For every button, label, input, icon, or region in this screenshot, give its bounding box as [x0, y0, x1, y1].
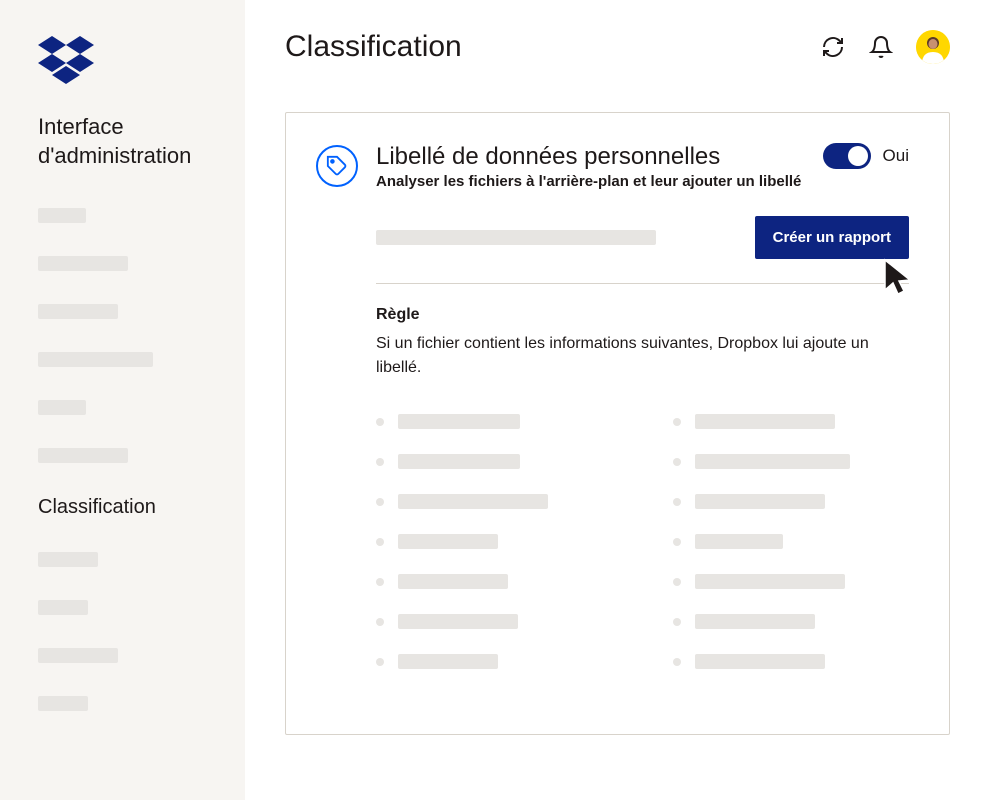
page-header: Classification: [285, 30, 950, 64]
create-report-button[interactable]: Créer un rapport: [755, 216, 909, 259]
tag-icon: [316, 145, 358, 187]
card-body: Créer un rapport Règle Si un fichier con…: [376, 216, 909, 694]
sidebar-item-placeholder[interactable]: [38, 552, 98, 567]
page-title: Classification: [285, 30, 462, 64]
rule-item: [376, 494, 613, 509]
toggle-group: Oui: [823, 143, 909, 169]
rule-heading: Règle: [376, 306, 909, 324]
dropbox-logo[interactable]: [38, 36, 207, 89]
rule-item: [673, 614, 910, 629]
rule-item: [376, 534, 613, 549]
action-row: Créer un rapport: [376, 216, 909, 259]
cursor-icon: [879, 256, 919, 304]
enable-toggle[interactable]: [823, 143, 871, 169]
rule-list: [376, 414, 909, 694]
rule-item: [376, 654, 613, 669]
rule-item: [673, 654, 910, 669]
sidebar-item-placeholder[interactable]: [38, 696, 88, 711]
header-actions: [820, 30, 950, 64]
sync-icon[interactable]: [820, 34, 846, 60]
card-title: Libellé de données personnelles: [376, 143, 805, 171]
sidebar-item-placeholder[interactable]: [38, 400, 86, 415]
sidebar-item-placeholder[interactable]: [38, 448, 128, 463]
rule-description: Si un fichier contient les informations …: [376, 332, 909, 380]
rule-item: [376, 454, 613, 469]
rule-item: [376, 414, 613, 429]
divider: [376, 283, 909, 284]
sidebar-title: Interface d'administration: [38, 113, 207, 170]
toggle-label: Oui: [883, 146, 909, 166]
rule-item: [673, 414, 910, 429]
rule-item: [673, 454, 910, 469]
sidebar-item-placeholder[interactable]: [38, 304, 118, 319]
sidebar-item-classification[interactable]: Classification: [38, 496, 207, 519]
avatar[interactable]: [916, 30, 950, 64]
rule-item: [673, 574, 910, 589]
rule-column-right: [673, 414, 910, 694]
rule-item: [673, 534, 910, 549]
rule-item: [673, 494, 910, 509]
classification-card: Libellé de données personnelles Analyser…: [285, 112, 950, 735]
sidebar-item-placeholder[interactable]: [38, 352, 153, 367]
sidebar-item-placeholder[interactable]: [38, 600, 88, 615]
bell-icon[interactable]: [868, 34, 894, 60]
sidebar-item-placeholder[interactable]: [38, 648, 118, 663]
rule-item: [376, 614, 613, 629]
content-placeholder: [376, 230, 656, 245]
main-content: Classification: [245, 0, 990, 800]
card-header: Libellé de données personnelles Analyser…: [316, 143, 909, 190]
sidebar-item-placeholder[interactable]: [38, 256, 128, 271]
rule-column-left: [376, 414, 613, 694]
sidebar-item-placeholder[interactable]: [38, 208, 86, 223]
rule-item: [376, 574, 613, 589]
sidebar: Interface d'administration Classificatio…: [0, 0, 245, 800]
card-subtitle: Analyser les fichiers à l'arrière-plan e…: [376, 173, 805, 190]
card-header-text: Libellé de données personnelles Analyser…: [376, 143, 805, 190]
